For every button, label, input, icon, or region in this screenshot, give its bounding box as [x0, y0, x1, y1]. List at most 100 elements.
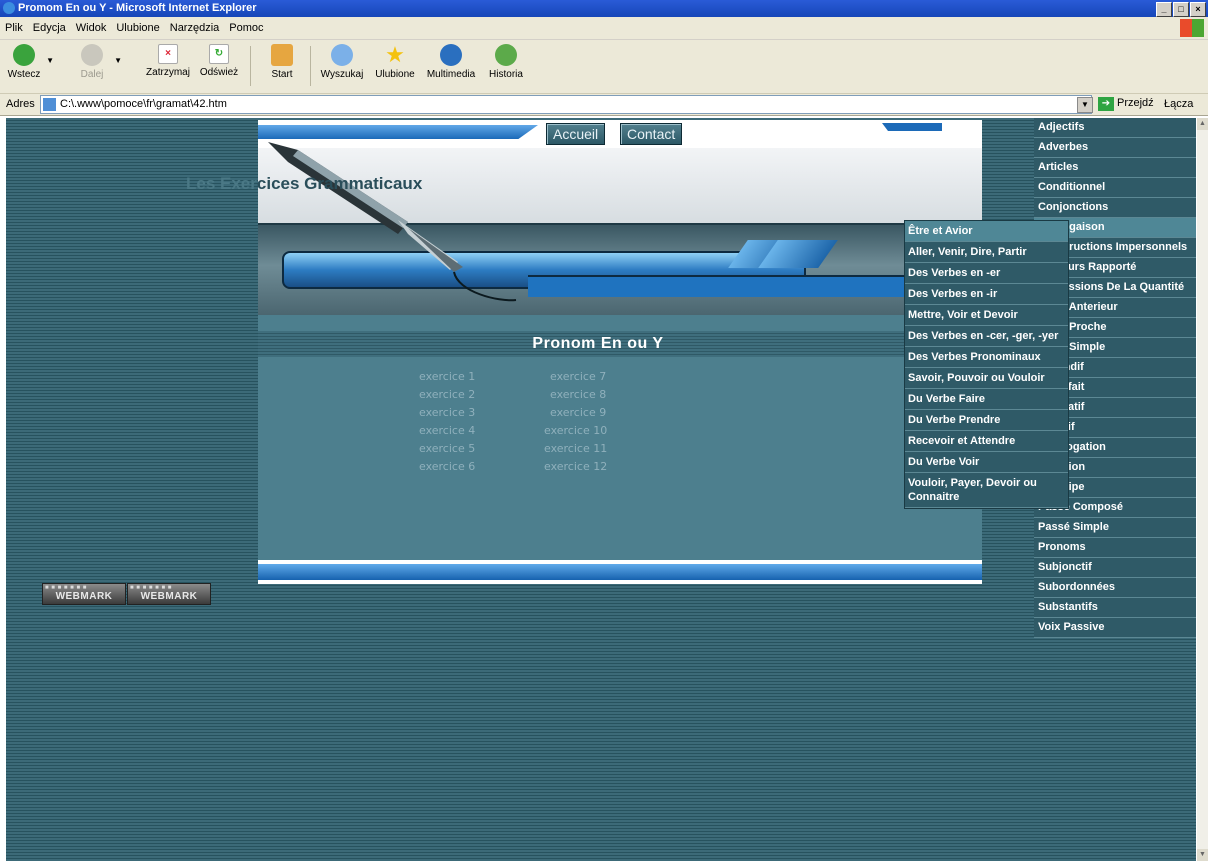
media-label: Multimedia [426, 69, 476, 80]
site-title: Les Exercices Grammaticaux [186, 174, 422, 194]
webmark-dots: ■ ■ ■ ■ ■ ■ ■ [130, 585, 172, 591]
menu-help[interactable]: Pomoc [224, 17, 268, 39]
forward-icon [81, 44, 103, 66]
exercise-link[interactable]: exercice 7 [550, 370, 606, 383]
exercise-link[interactable]: exercice 8 [550, 388, 606, 401]
menu-item[interactable]: Substantifs [1034, 598, 1196, 618]
submenu-item[interactable]: Des Verbes en -er [905, 263, 1068, 284]
submenu-item[interactable]: Du Verbe Voir [905, 452, 1068, 473]
favorites-button[interactable]: ★ Ulubione [372, 42, 418, 81]
webmark-badge[interactable]: ■ ■ ■ ■ ■ ■ ■ WEBMARK [127, 583, 211, 605]
exercise-link[interactable]: exercice 6 [419, 460, 475, 473]
media-icon [440, 44, 462, 66]
webmark-badge[interactable]: ■ ■ ■ ■ ■ ■ ■ WEBMARK [42, 583, 126, 605]
address-label: Adres [6, 98, 35, 110]
address-input[interactable]: C:\.www\pomoce\fr\gramat\42.htm [40, 95, 1092, 114]
back-label: Wstecz [7, 69, 41, 80]
menu-item[interactable]: Subjonctif [1034, 558, 1196, 578]
submenu-item[interactable]: Vouloir, Payer, Devoir ou Connaitre [905, 473, 1068, 508]
site-title-ghost: Les Exer [186, 174, 257, 193]
links-button[interactable]: Łącza [1164, 98, 1193, 110]
toolbar: Wstecz ▼ Dalej ▼ × Zatrzymaj ↻ Odśwież S… [0, 40, 1208, 94]
minimize-icon[interactable]: _ [1156, 2, 1172, 17]
submenu-item[interactable]: Des Verbes en -cer, -ger, -yer [905, 326, 1068, 347]
home-label: Start [271, 69, 293, 80]
go-button[interactable]: ➔ Przejdź [1098, 97, 1154, 111]
menu-item[interactable]: Subordonnées [1034, 578, 1196, 598]
menu-item[interactable]: Adverbes [1034, 138, 1196, 158]
menu-item[interactable]: Conjonctions [1034, 198, 1196, 218]
menu-view[interactable]: Widok [71, 17, 112, 39]
scroll-down-icon[interactable]: ▼ [1197, 849, 1208, 861]
submenu-item[interactable]: Du Verbe Faire [905, 389, 1068, 410]
stop-icon: × [158, 44, 178, 64]
fountain-pen-image [268, 142, 517, 302]
menu-item[interactable]: Articles [1034, 158, 1196, 178]
menu-tools[interactable]: Narzędzia [165, 17, 225, 39]
exercise-link[interactable]: exercice 4 [419, 424, 475, 437]
menubar: Plik Edycja Widok Ulubione Narzędzia Pomoc [0, 17, 1208, 40]
search-icon [331, 44, 353, 66]
history-icon [495, 44, 517, 66]
submenu-item[interactable]: Recevoir et Attendre [905, 431, 1068, 452]
submenu-item[interactable]: Des Verbes en -ir [905, 284, 1068, 305]
menu-item[interactable]: Adjectifs [1034, 118, 1196, 138]
section-title: Pronom En ou Y [532, 335, 664, 352]
menu-item[interactable]: Conditionnel [1034, 178, 1196, 198]
window-title: Promom En ou Y - Microsoft Internet Expl… [18, 2, 257, 14]
page-viewport: Accueil Contact Pronom En ou Y exercice … [6, 118, 1196, 861]
exercise-link[interactable]: exercice 2 [419, 388, 475, 401]
site-title-main: cices Grammaticaux [256, 174, 423, 193]
maximize-icon[interactable]: □ [1173, 2, 1189, 17]
chevron-down-icon[interactable]: ▼ [1077, 97, 1093, 113]
forward-label: Dalej [80, 69, 104, 80]
exercise-link[interactable]: exercice 12 [544, 460, 607, 473]
window-titlebar: Promom En ou Y - Microsoft Internet Expl… [0, 0, 1208, 17]
back-button[interactable]: Wstecz ▼ [4, 42, 54, 80]
menu-item[interactable]: Pronoms [1034, 538, 1196, 558]
menu-edit[interactable]: Edycja [28, 17, 71, 39]
exercise-link[interactable]: exercice 10 [544, 424, 607, 437]
refresh-icon: ↻ [209, 44, 229, 64]
scroll-up-icon[interactable]: ▲ [1197, 118, 1208, 130]
chevron-down-icon[interactable]: ▼ [46, 56, 54, 65]
close-icon[interactable]: × [1190, 2, 1206, 17]
webmark-dots: ■ ■ ■ ■ ■ ■ ■ [45, 585, 87, 591]
vertical-scrollbar[interactable]: ▲ ▼ [1197, 118, 1208, 861]
nav-contact-button[interactable]: Contact [620, 123, 683, 145]
submenu-item[interactable]: Savoir, Pouvoir ou Vouloir [905, 368, 1068, 389]
submenu-item[interactable]: Mettre, Voir et Devoir [905, 305, 1068, 326]
forward-button[interactable]: Dalej ▼ [72, 42, 122, 80]
chevron-down-icon[interactable]: ▼ [114, 56, 122, 65]
home-icon [271, 44, 293, 66]
menu-favorites[interactable]: Ulubione [111, 17, 164, 39]
search-button[interactable]: Wyszukaj [316, 42, 368, 80]
star-icon: ★ [385, 42, 405, 67]
submenu-item[interactable]: Des Verbes Pronominaux [905, 347, 1068, 368]
favorites-label: Ulubione [375, 69, 415, 80]
refresh-button[interactable]: ↻ Odśwież [196, 42, 242, 78]
exercise-link[interactable]: exercice 3 [419, 406, 475, 419]
submenu-item[interactable]: Du Verbe Prendre [905, 410, 1068, 431]
exercise-link[interactable]: exercice 11 [544, 442, 607, 455]
ie-icon [3, 2, 15, 14]
nav-home-button[interactable]: Accueil [546, 123, 606, 145]
home-button[interactable]: Start [262, 42, 302, 80]
page-icon [43, 98, 56, 111]
submenu-item-active[interactable]: Être et Avior [905, 221, 1068, 242]
exercise-link[interactable]: exercice 9 [550, 406, 606, 419]
bottom-strip [258, 560, 982, 584]
media-button[interactable]: Multimedia [424, 42, 478, 80]
toolbar-separator [310, 46, 311, 86]
exercise-link[interactable]: exercice 1 [419, 370, 475, 383]
menu-item[interactable]: Voix Passive [1034, 618, 1196, 638]
windows-logo-icon [1180, 19, 1204, 37]
history-button[interactable]: Historia [484, 42, 528, 80]
submenu-item[interactable]: Aller, Venir, Dire, Partir [905, 242, 1068, 263]
menu-file[interactable]: Plik [0, 17, 28, 39]
search-label: Wyszukaj [320, 69, 364, 80]
menu-item[interactable]: Passé Simple [1034, 518, 1196, 538]
exercise-link[interactable]: exercice 5 [419, 442, 475, 455]
refresh-label: Odśwież [199, 67, 239, 78]
stop-button[interactable]: × Zatrzymaj [140, 42, 196, 78]
